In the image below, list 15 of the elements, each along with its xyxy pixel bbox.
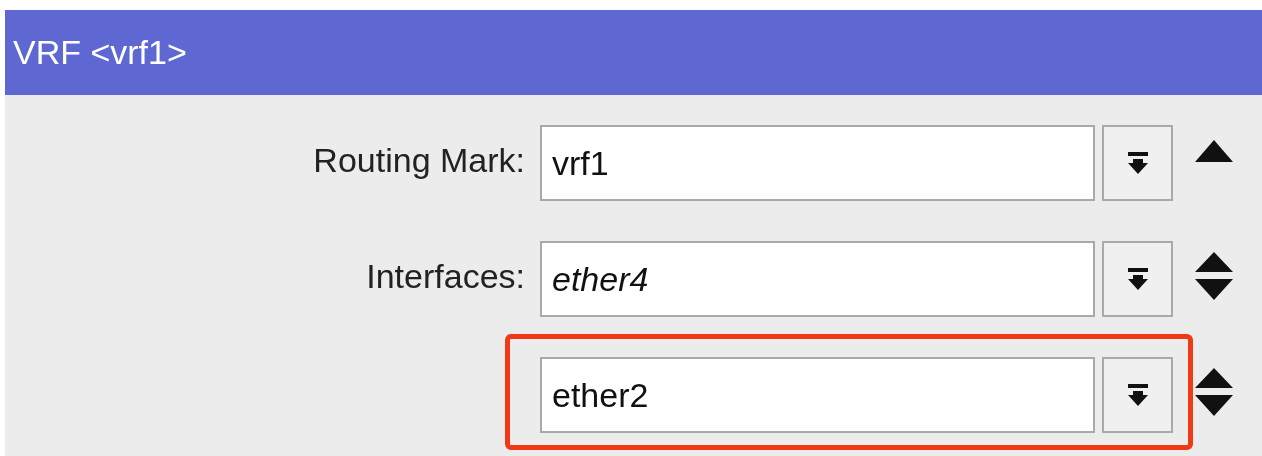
text-field[interactable]: ether4 [540, 241, 1095, 317]
dropdown-arrow-icon [1126, 151, 1149, 175]
move-up-down-icon[interactable] [1195, 368, 1233, 416]
dropdown-button[interactable] [1102, 357, 1173, 433]
text-field[interactable]: vrf1 [540, 125, 1095, 201]
field-label: Routing Mark: [313, 139, 525, 181]
field-label: Interfaces: [366, 255, 525, 297]
dropdown-button[interactable] [1102, 241, 1173, 317]
window-title: VRF <vrf1> [13, 32, 187, 73]
dropdown-arrow-icon [1126, 383, 1149, 407]
dropdown-arrow-icon [1126, 267, 1149, 291]
dropdown-button[interactable] [1102, 125, 1173, 201]
move-up-down-icon[interactable] [1195, 252, 1233, 300]
text-field[interactable]: ether2 [540, 357, 1095, 433]
move-up-icon[interactable] [1195, 140, 1233, 162]
